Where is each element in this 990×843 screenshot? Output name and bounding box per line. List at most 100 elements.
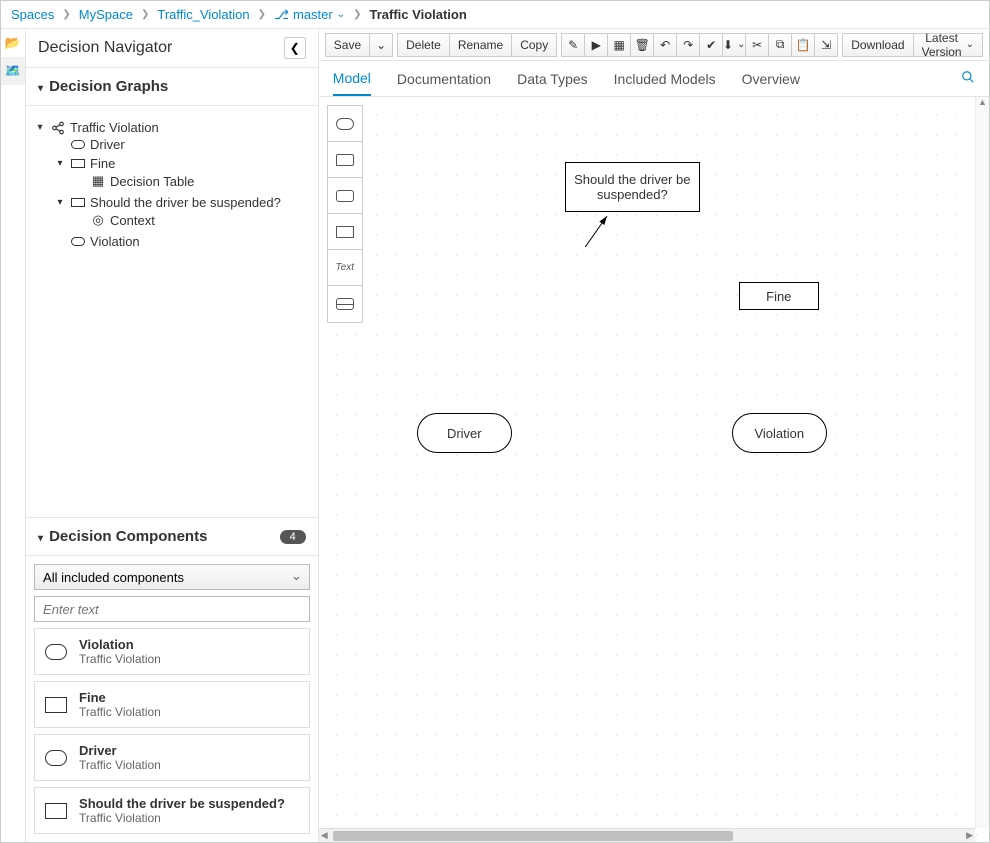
- component-name: Driver: [79, 743, 161, 758]
- download-image-icon[interactable]: ⬇: [722, 33, 746, 57]
- component-sub: Traffic Violation: [79, 705, 161, 719]
- decision-rect-icon: [70, 198, 86, 207]
- decision-graphs-title: Decision Graphs: [49, 78, 168, 95]
- palette-text[interactable]: Text: [328, 250, 362, 286]
- palette-divided-rect[interactable]: [328, 286, 362, 322]
- node-driver[interactable]: Driver: [417, 413, 512, 453]
- components-search-input[interactable]: [34, 596, 310, 622]
- undo-icon[interactable]: ↶: [653, 33, 677, 57]
- canvas-wrapper: Text Should the driver be suspended? Fin…: [319, 97, 989, 842]
- tree-label: Traffic Violation: [70, 120, 159, 135]
- tab-data-types[interactable]: Data Types: [517, 63, 588, 95]
- sep-icon: [141, 9, 149, 20]
- component-card-driver[interactable]: Driver Traffic Violation: [34, 734, 310, 781]
- caret-down-icon: [54, 197, 66, 208]
- table-icon: ▦: [90, 173, 106, 189]
- tab-model[interactable]: Model: [333, 62, 371, 96]
- components-filter-select[interactable]: All included components: [34, 564, 310, 590]
- input-pill-icon: [70, 140, 86, 149]
- branch-label: master: [293, 7, 333, 22]
- component-card-suspended[interactable]: Should the driver be suspended? Traffic …: [34, 787, 310, 834]
- vertical-scrollbar[interactable]: ▲: [975, 97, 989, 828]
- tree-label: Fine: [90, 156, 115, 171]
- tree-label: Driver: [90, 137, 125, 152]
- component-card-fine[interactable]: Fine Traffic Violation: [34, 681, 310, 728]
- collapse-sidebar-button[interactable]: ❮: [284, 37, 306, 59]
- tree-item-decision-table[interactable]: ▦ Decision Table: [74, 173, 310, 189]
- paste-icon[interactable]: 📋: [791, 33, 815, 57]
- tab-overview[interactable]: Overview: [742, 63, 800, 95]
- component-card-violation[interactable]: Violation Traffic Violation: [34, 628, 310, 675]
- pencil-icon[interactable]: ✎: [561, 33, 585, 57]
- caret-down-icon: [38, 528, 43, 545]
- sep-icon: [62, 9, 70, 20]
- decision-rect-icon: [45, 697, 67, 713]
- node-fine[interactable]: Fine: [739, 282, 819, 310]
- component-name: Should the driver be suspended?: [79, 796, 285, 811]
- sep-icon: [353, 9, 361, 20]
- crumb-branch[interactable]: ⎇ master ⌄: [274, 7, 345, 23]
- palette-rounded-rect[interactable]: [328, 178, 362, 214]
- crumb-myspace[interactable]: MySpace: [79, 7, 133, 22]
- search-icon[interactable]: [961, 70, 975, 87]
- tab-included-models[interactable]: Included Models: [614, 63, 716, 95]
- check-icon[interactable]: ✔: [699, 33, 723, 57]
- share-icon: [50, 121, 66, 135]
- input-pill-icon: [70, 237, 86, 246]
- horizontal-scrollbar[interactable]: ◀ ▶: [319, 828, 975, 842]
- editor-tabs: Model Documentation Data Types Included …: [319, 61, 989, 97]
- play-icon[interactable]: ▶: [584, 33, 608, 57]
- palette-annotation[interactable]: [328, 142, 362, 178]
- map-icon[interactable]: 🗺️: [1, 57, 25, 85]
- decision-graphs-tree: Traffic Violation Driver Fine: [26, 106, 318, 518]
- decision-rect-icon: [70, 159, 86, 168]
- crumb-spaces[interactable]: Spaces: [11, 7, 54, 22]
- caret-down-icon: ⌄: [337, 9, 345, 20]
- component-sub: Traffic Violation: [79, 758, 161, 772]
- layout-icon[interactable]: ⇲: [814, 33, 838, 57]
- decision-rect-icon: [45, 803, 67, 819]
- latest-version-button[interactable]: Latest Version: [913, 33, 983, 57]
- save-button[interactable]: Save: [325, 33, 370, 57]
- editor-area: Save ⌄ Delete Rename Copy ✎ ▶ ▦ 🗑 ↶ ↷ ✔ …: [319, 29, 989, 842]
- save-dropdown-button[interactable]: ⌄: [369, 33, 393, 57]
- cut-icon[interactable]: ✂: [745, 33, 769, 57]
- activity-bar: 📂 🗺️: [1, 29, 26, 842]
- rename-button[interactable]: Rename: [449, 33, 512, 57]
- decision-components-title: Decision Components: [49, 528, 207, 545]
- tree-label: Decision Table: [110, 174, 194, 189]
- decision-components-header[interactable]: Decision Components 4: [26, 518, 318, 556]
- tree-root-traffic-violation[interactable]: Traffic Violation: [34, 120, 310, 135]
- tree-item-suspended[interactable]: Should the driver be suspended?: [54, 195, 310, 210]
- diagram-canvas[interactable]: Text Should the driver be suspended? Fin…: [319, 97, 989, 842]
- tree-item-context[interactable]: ◎ Context: [74, 212, 310, 228]
- tree-item-driver[interactable]: Driver: [54, 137, 310, 152]
- decision-graphs-header[interactable]: Decision Graphs: [26, 68, 318, 106]
- breadcrumb: Spaces MySpace Traffic_Violation ⎇ maste…: [1, 1, 989, 29]
- caret-down-icon: [38, 78, 43, 95]
- crumb-project[interactable]: Traffic_Violation: [157, 7, 249, 22]
- node-suspended[interactable]: Should the driver be suspended?: [565, 162, 700, 212]
- tree-item-fine[interactable]: Fine: [54, 156, 310, 171]
- delete-button[interactable]: Delete: [397, 33, 450, 57]
- palette-input-pill[interactable]: [328, 106, 362, 142]
- tree-label: Violation: [90, 234, 140, 249]
- tree-item-violation[interactable]: Violation: [54, 234, 310, 249]
- node-violation[interactable]: Violation: [732, 413, 827, 453]
- download-button[interactable]: Download: [842, 33, 913, 57]
- toolbar: Save ⌄ Delete Rename Copy ✎ ▶ ▦ 🗑 ↶ ↷ ✔ …: [319, 29, 989, 61]
- component-name: Fine: [79, 690, 161, 705]
- folder-icon[interactable]: 📂: [1, 29, 25, 57]
- tab-documentation[interactable]: Documentation: [397, 63, 491, 95]
- copy-button[interactable]: Copy: [511, 33, 557, 57]
- grid-icon[interactable]: ▦: [607, 33, 631, 57]
- trash-icon[interactable]: 🗑: [630, 33, 654, 57]
- shape-palette: Text: [327, 105, 363, 323]
- copy-icon[interactable]: ⧉: [768, 33, 792, 57]
- input-pill-icon: [45, 750, 67, 766]
- redo-icon[interactable]: ↷: [676, 33, 700, 57]
- components-count-badge: 4: [280, 530, 306, 544]
- palette-rectangle[interactable]: [328, 214, 362, 250]
- caret-down-icon: [54, 158, 66, 169]
- sidebar: Decision Navigator ❮ Decision Graphs Tra…: [26, 29, 319, 842]
